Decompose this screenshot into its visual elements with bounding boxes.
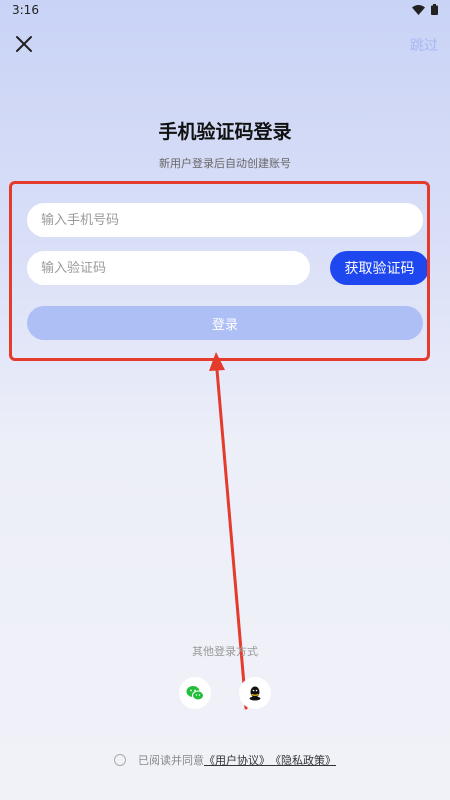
battery-icon	[431, 4, 438, 15]
wechat-login-button[interactable]	[179, 677, 211, 709]
status-time: 3:16	[12, 3, 39, 17]
other-login-label: 其他登录方式	[192, 645, 258, 658]
agreement-row: 已阅读并同意 《用户协议》 《隐私政策》	[0, 752, 450, 768]
page-subtitle: 新用户登录后自动创建账号	[159, 157, 291, 170]
privacy-policy-link[interactable]: 《隐私政策》	[270, 752, 336, 768]
status-bar: 3:16	[0, 0, 450, 22]
page-title: 手机验证码登录	[158, 121, 292, 143]
wifi-icon	[412, 4, 425, 15]
agreement-prefix: 已阅读并同意	[138, 754, 204, 767]
qq-icon	[249, 686, 261, 701]
status-icons	[412, 4, 438, 15]
wechat-icon	[186, 686, 204, 701]
agreement-checkbox[interactable]	[114, 754, 126, 766]
user-agreement-link[interactable]: 《用户协议》	[204, 752, 270, 768]
close-icon	[16, 36, 32, 52]
annotation-highlight-box	[9, 181, 430, 361]
close-button[interactable]	[12, 32, 36, 56]
skip-button[interactable]: 跳过	[410, 35, 438, 55]
qq-login-button[interactable]	[239, 677, 271, 709]
